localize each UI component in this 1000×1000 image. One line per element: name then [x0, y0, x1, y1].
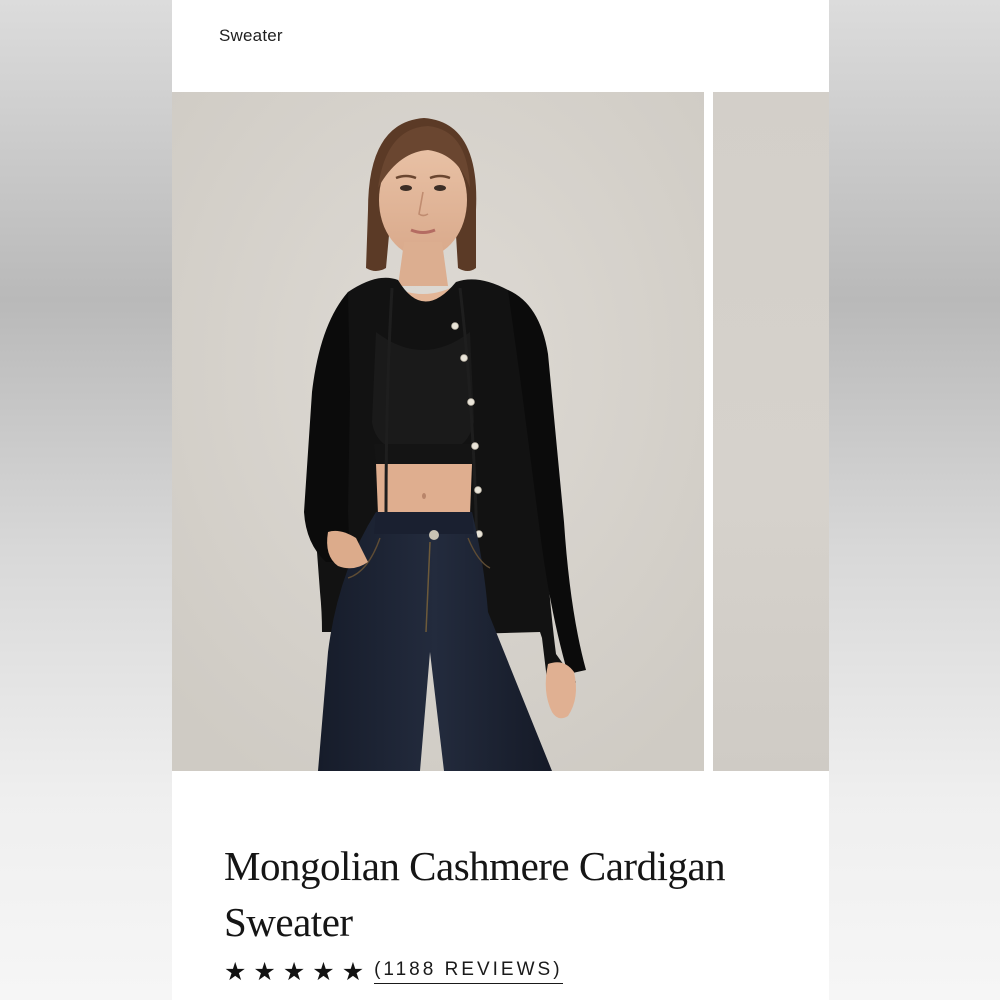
star-rating: ★ ★ ★ ★ ★ [224, 959, 364, 984]
product-title: Mongolian Cashmere Cardigan Sweater [224, 843, 726, 945]
product-image-next[interactable] [713, 92, 829, 771]
star-icon: ★ [341, 956, 365, 986]
star-icon: ★ [253, 956, 276, 986]
product-page: Sweater Mongolian Cashmere Cardigan Swea… [172, 0, 829, 1000]
product-image-gallery[interactable] [172, 92, 829, 771]
model-illustration [172, 92, 704, 771]
star-icon: ★ [224, 956, 247, 986]
star-icon: ★ [282, 956, 306, 986]
background-blur-left [0, 0, 172, 1000]
breadcrumb-category[interactable]: Sweater [219, 26, 283, 46]
reviews-link[interactable]: (1188 REVIEWS) [374, 959, 563, 984]
star-icon: ★ [312, 956, 335, 986]
product-image-main[interactable] [172, 92, 704, 771]
rating-row[interactable]: ★ ★ ★ ★ ★ (1188 REVIEWS) [224, 955, 563, 987]
background-blur-right [829, 0, 1000, 1000]
